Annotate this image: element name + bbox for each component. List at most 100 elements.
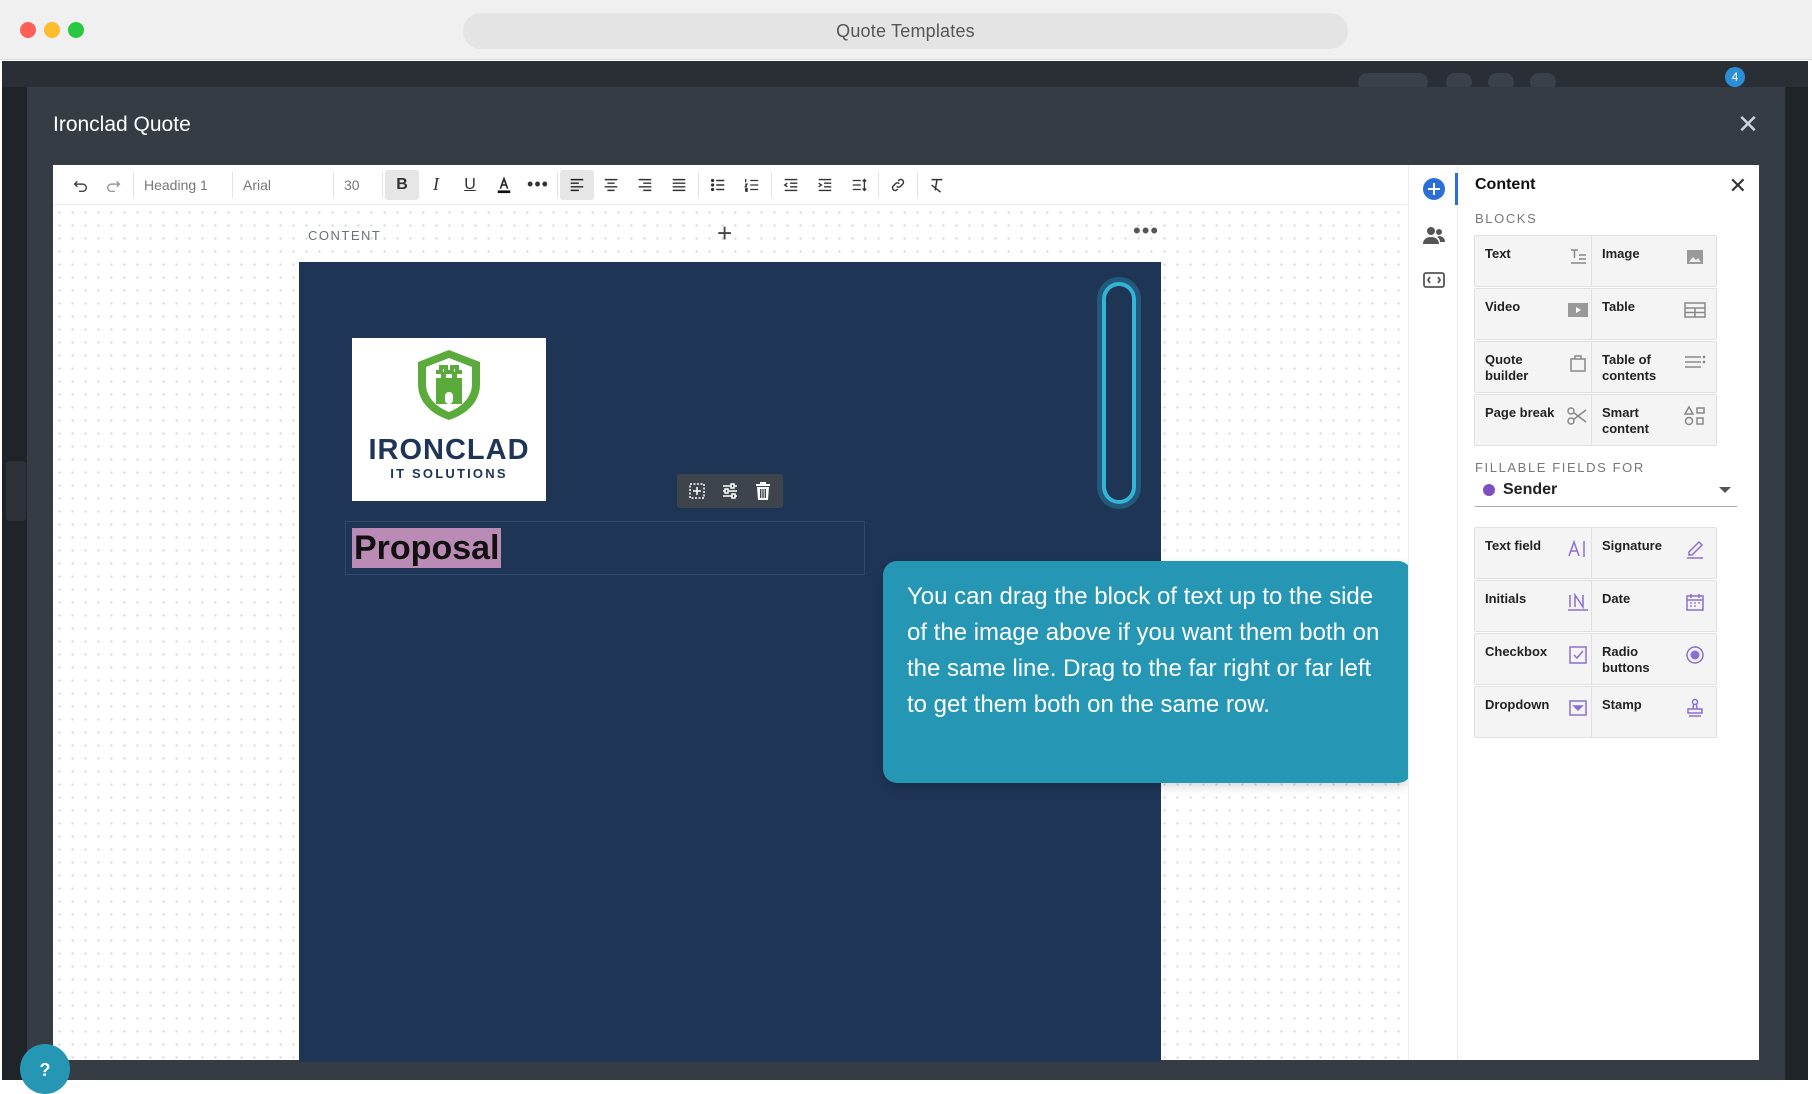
- toolbar-divider: [557, 171, 558, 198]
- font-size-select[interactable]: 30: [336, 170, 380, 200]
- dropdown-icon: [1567, 697, 1589, 719]
- tile-label: Text: [1485, 246, 1511, 261]
- font-select[interactable]: Arial: [235, 170, 331, 200]
- scissors-icon: [1567, 405, 1589, 427]
- variables-icon[interactable]: [1421, 267, 1447, 293]
- tile-label: Radio buttons: [1602, 644, 1650, 675]
- block-tile-page-break[interactable]: Page break: [1474, 394, 1600, 446]
- undo-icon[interactable]: [63, 170, 97, 200]
- stamp-icon: [1684, 697, 1706, 719]
- block-tile-table[interactable]: Table: [1591, 288, 1717, 340]
- help-button[interactable]: ?: [20, 1044, 70, 1094]
- panel-title: Content: [1475, 176, 1536, 193]
- tile-label: Signature: [1602, 538, 1662, 553]
- close-icon[interactable]: ✕: [1729, 173, 1747, 199]
- recipients-icon[interactable]: [1421, 223, 1447, 249]
- calendar-icon: [1684, 591, 1706, 613]
- tile-label: Table of contents: [1602, 352, 1657, 383]
- tile-label: Date: [1602, 591, 1631, 606]
- table-icon: [1684, 299, 1706, 321]
- field-tile-date[interactable]: Date: [1591, 580, 1717, 632]
- logo-subtitle: IT SOLUTIONS: [390, 466, 508, 481]
- underline-icon[interactable]: U: [453, 170, 487, 200]
- image-icon: [1684, 246, 1706, 268]
- block-settings-icon[interactable]: [716, 477, 744, 505]
- close-window-button[interactable]: [20, 22, 36, 38]
- blocks-label: BLOCKS: [1475, 211, 1538, 226]
- toolbar-divider: [333, 171, 334, 198]
- field-tile-text-field[interactable]: Text field: [1474, 527, 1600, 579]
- zoom-window-button[interactable]: [68, 22, 84, 38]
- radio-icon: [1684, 644, 1706, 666]
- align-center-icon[interactable]: [594, 170, 628, 200]
- block-tile-video[interactable]: Video: [1474, 288, 1600, 340]
- indent-icon[interactable]: [808, 170, 842, 200]
- tile-label: Quote builder: [1485, 352, 1529, 383]
- tile-label: Initials: [1485, 591, 1527, 606]
- add-block-icon[interactable]: [683, 477, 711, 505]
- line-spacing-icon[interactable]: [842, 170, 876, 200]
- block-toolbar: [677, 474, 783, 508]
- outdent-icon[interactable]: [774, 170, 808, 200]
- text-color-icon[interactable]: [487, 170, 521, 200]
- editor: Heading 1 Arial 30 B I U ••• CONTENT + •…: [53, 165, 1759, 1062]
- shapes-icon: [1684, 405, 1706, 427]
- delete-block-icon[interactable]: [749, 477, 777, 505]
- block-tile-table-of-contents[interactable]: Table of contents: [1591, 341, 1717, 393]
- bold-icon[interactable]: B: [385, 169, 419, 200]
- tile-label: Smart content: [1602, 405, 1649, 436]
- sender-select[interactable]: Sender: [1475, 473, 1737, 507]
- align-right-icon[interactable]: [628, 170, 662, 200]
- section-options-icon[interactable]: •••: [1133, 218, 1159, 244]
- logo-image-block[interactable]: IRONCLAD IT SOLUTIONS: [352, 338, 546, 501]
- pen-icon: [1684, 538, 1706, 560]
- sender-color-dot: [1483, 483, 1495, 496]
- add-content-icon[interactable]: [1421, 176, 1447, 202]
- block-tile-quote-builder[interactable]: Quote builder: [1474, 341, 1600, 393]
- align-justify-icon[interactable]: [662, 170, 696, 200]
- field-tile-initials[interactable]: Initials: [1474, 580, 1600, 632]
- close-icon[interactable]: ✕: [1735, 111, 1761, 137]
- window-title: Quote Templates: [463, 13, 1348, 49]
- italic-icon[interactable]: I: [419, 170, 453, 200]
- field-tile-radio-buttons[interactable]: Radio buttons: [1591, 633, 1717, 685]
- minimize-window-button[interactable]: [44, 22, 60, 38]
- tile-label: Text field: [1485, 538, 1542, 553]
- field-tile-signature[interactable]: Signature: [1591, 527, 1717, 579]
- content-panel: Content ✕ BLOCKS Text Image Video Table: [1459, 165, 1759, 1060]
- block-tile-text[interactable]: Text: [1474, 235, 1600, 287]
- proposal-heading[interactable]: Proposal: [352, 528, 502, 568]
- panel-icon-rail: [1408, 165, 1458, 1060]
- field-tile-checkbox[interactable]: Checkbox: [1474, 633, 1600, 685]
- block-tile-image[interactable]: Image: [1591, 235, 1717, 287]
- ironclad-shield-icon: [418, 350, 480, 420]
- toolbar-divider: [232, 171, 233, 198]
- bullet-list-icon[interactable]: [701, 170, 735, 200]
- field-tile-dropdown[interactable]: Dropdown: [1474, 686, 1600, 738]
- style-select[interactable]: Heading 1: [136, 170, 230, 200]
- editor-modal: Ironclad Quote ✕ Heading 1 Arial 30 B I …: [27, 87, 1785, 1080]
- clear-format-icon[interactable]: [920, 170, 954, 200]
- initials-icon: [1567, 591, 1589, 613]
- text-block[interactable]: Proposal: [345, 521, 865, 575]
- toolbar-divider: [382, 171, 383, 198]
- redo-icon[interactable]: [97, 170, 131, 200]
- numbered-list-icon[interactable]: [735, 170, 769, 200]
- more-options-icon[interactable]: •••: [521, 170, 555, 200]
- align-left-icon[interactable]: [560, 169, 594, 200]
- add-section-icon[interactable]: +: [717, 220, 732, 246]
- guide-tooltip: You can drag the block of text up to the…: [883, 561, 1412, 783]
- logo-title: IRONCLAD: [368, 434, 530, 466]
- toolbar-divider: [917, 171, 918, 198]
- block-tile-smart-content[interactable]: Smart content: [1591, 394, 1717, 446]
- toolbar-divider: [698, 171, 699, 198]
- toolbar-divider: [771, 171, 772, 198]
- notification-badge: 4: [1725, 67, 1745, 87]
- chevron-down-icon: [1719, 486, 1731, 493]
- backdrop-sidebar-tab: [6, 461, 26, 521]
- bag-icon: [1567, 352, 1589, 374]
- modal-title: Ironclad Quote: [53, 113, 191, 136]
- field-tile-stamp[interactable]: Stamp: [1591, 686, 1717, 738]
- format-toolbar: Heading 1 Arial 30 B I U •••: [53, 165, 1407, 205]
- link-icon[interactable]: [881, 170, 915, 200]
